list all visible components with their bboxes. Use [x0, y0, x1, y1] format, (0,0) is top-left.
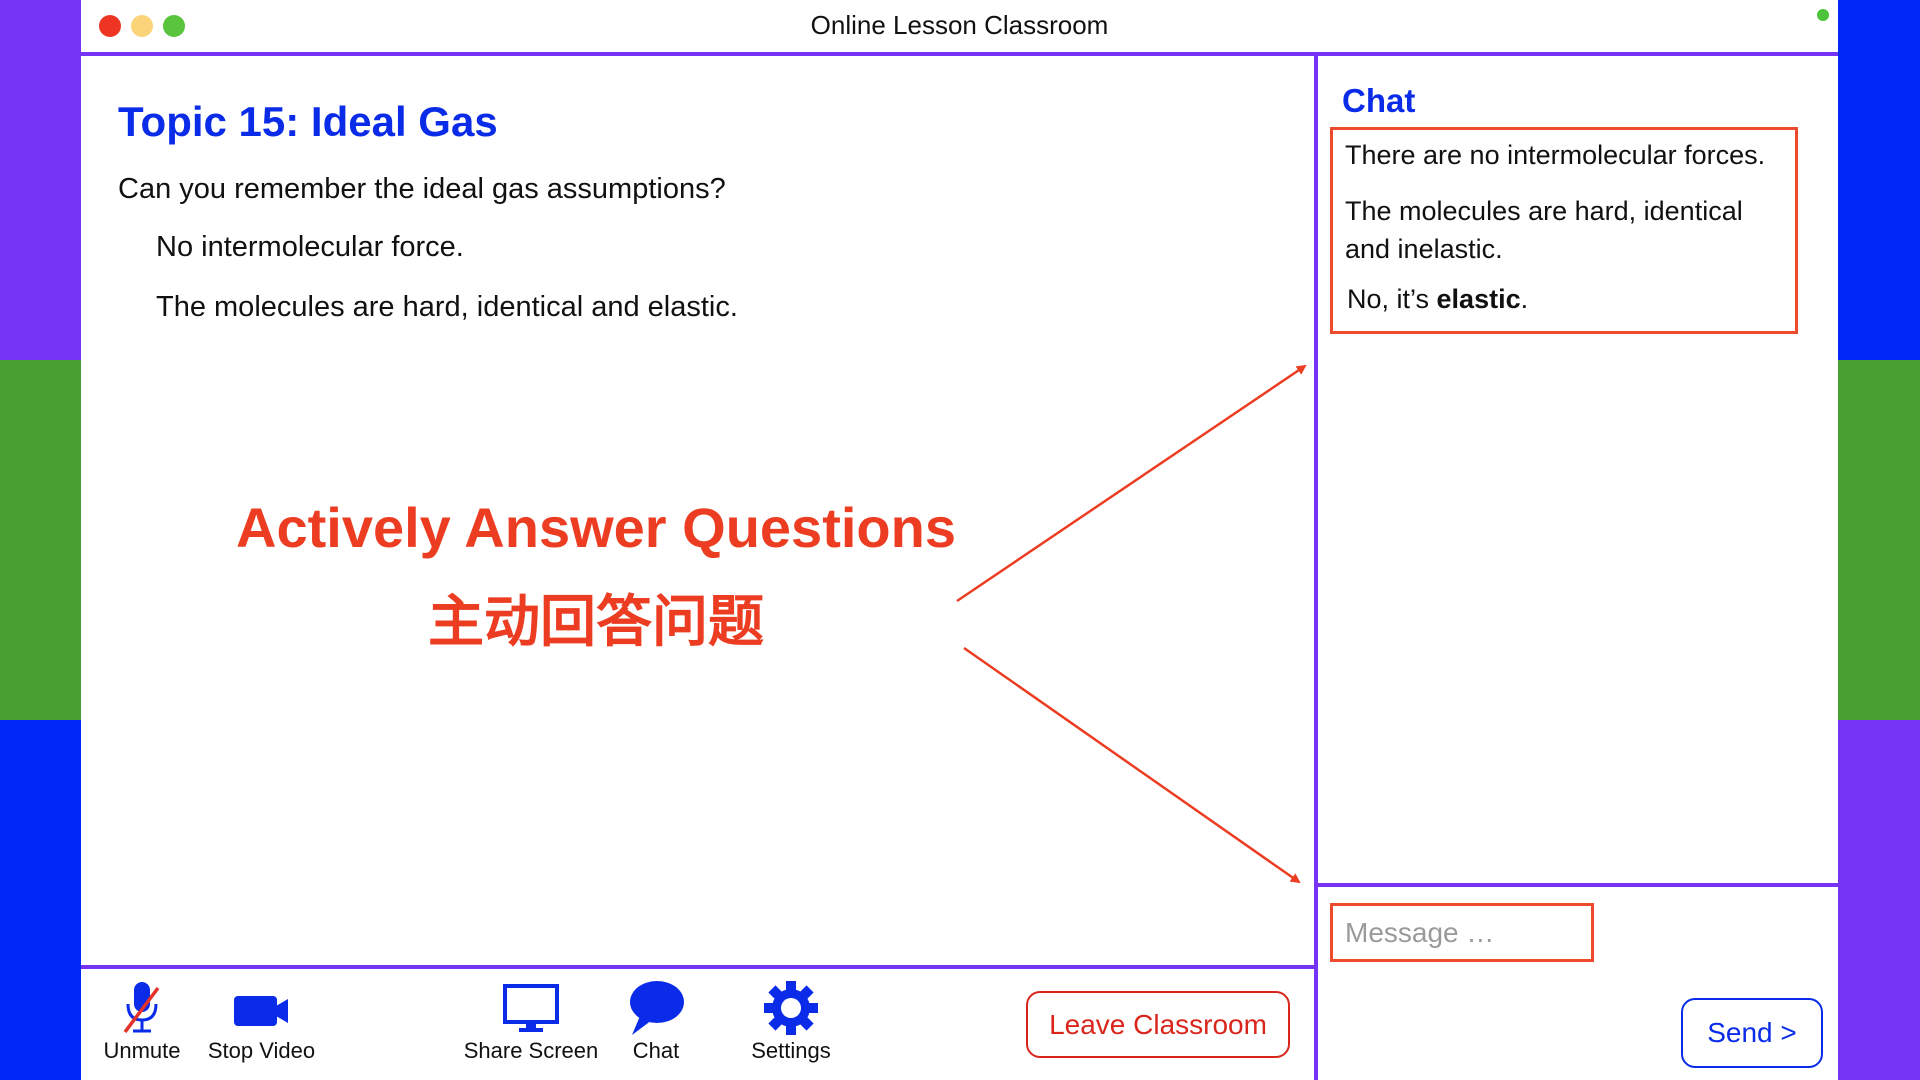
- leave-classroom-button[interactable]: Leave Classroom: [1026, 991, 1290, 1058]
- speech-bubble-icon: [630, 981, 684, 1035]
- left-stripe-bottom: [0, 720, 81, 1080]
- chat-messages: There are no intermolecular forces. The …: [1330, 127, 1798, 334]
- classroom-window: Online Lesson Classroom Topic 15: Ideal …: [81, 0, 1838, 1080]
- left-stripe-top: [0, 0, 81, 360]
- stop-video-label: Stop Video: [207, 1038, 316, 1063]
- chat-title: Chat: [1342, 82, 1416, 119]
- arrow-to-message-input: [963, 646, 1301, 884]
- chat-label: Chat: [632, 1038, 680, 1063]
- share-screen-label: Share Screen: [463, 1038, 599, 1063]
- monitor-icon: [503, 984, 559, 1032]
- chat-message-suffix: .: [1520, 284, 1529, 314]
- chat-message: No, it’s elastic.: [1347, 280, 1528, 318]
- share-screen-button[interactable]: Share Screen: [461, 980, 601, 1064]
- chat-message: The molecules are hard, identical and in…: [1345, 196, 1743, 264]
- chat-message: There are no intermolecular forces.: [1345, 140, 1766, 170]
- right-stripe-middle: [1838, 360, 1920, 720]
- microphone-muted-icon: [123, 982, 160, 1034]
- left-stripe-middle: [0, 360, 81, 720]
- gear-icon: [764, 981, 818, 1035]
- arrow-to-chat-messages: [956, 364, 1307, 603]
- video-camera-icon: [233, 996, 288, 1026]
- message-input[interactable]: [1330, 903, 1594, 962]
- stop-video-button[interactable]: Stop Video: [204, 980, 319, 1064]
- right-stripe-top: [1838, 0, 1920, 360]
- chat-button[interactable]: Chat: [621, 980, 691, 1064]
- settings-button[interactable]: Settings: [741, 980, 841, 1064]
- settings-label: Settings: [751, 1038, 831, 1063]
- unmute-button[interactable]: Unmute: [97, 980, 187, 1064]
- chat-message-emphasis: elastic: [1436, 284, 1521, 314]
- unmute-label: Unmute: [103, 1038, 181, 1063]
- chat-message-prefix: No, it’s: [1347, 284, 1437, 314]
- right-stripe-bottom: [1838, 720, 1920, 1080]
- send-button[interactable]: Send >: [1681, 998, 1823, 1068]
